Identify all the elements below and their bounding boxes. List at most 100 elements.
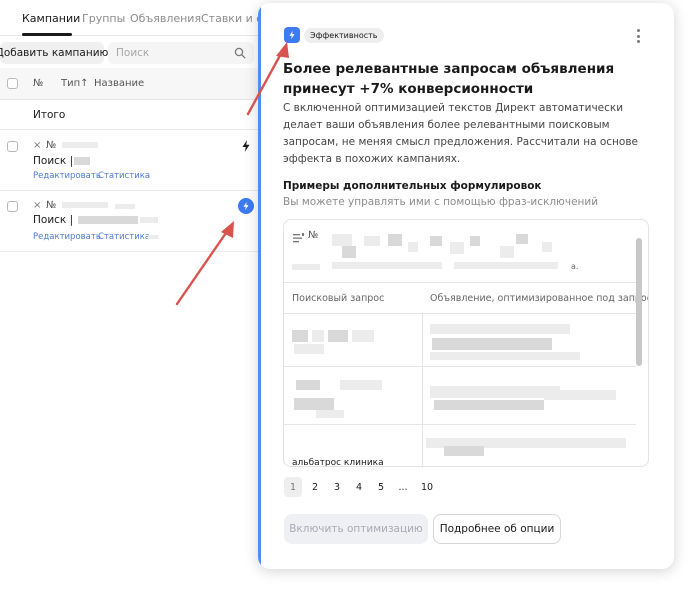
bolt-icon xyxy=(289,30,295,40)
page-1[interactable]: 1 xyxy=(284,477,302,497)
tab-groups[interactable]: Группы xyxy=(82,12,125,25)
page-10[interactable]: 10 xyxy=(418,477,436,497)
learn-more-button[interactable]: Подробнее об опции xyxy=(433,514,561,544)
blurred-cell xyxy=(342,246,356,258)
blurred-cell xyxy=(340,380,382,390)
optimization-badge[interactable] xyxy=(238,198,254,214)
column-optimized-ad: Объявление, оптимизированное под запрос xyxy=(430,293,649,304)
search-icon[interactable] xyxy=(234,47,246,59)
stats-link[interactable]: Статистика xyxy=(98,171,150,181)
bolt-badge-icon xyxy=(284,27,300,43)
popup-description: С включенной оптимизацией текстов Директ… xyxy=(283,102,638,165)
blurred-cell xyxy=(292,330,308,342)
blurred-cell xyxy=(294,344,324,354)
blurred-cell xyxy=(450,242,464,254)
examples-table: № а. Поисковый запрос Объявление, оптими… xyxy=(283,219,649,467)
example-tail: а. xyxy=(571,262,579,271)
table-header: № Тип↑ Название xyxy=(0,68,270,100)
bolt-icon[interactable] xyxy=(239,139,253,153)
blurred-cell xyxy=(296,380,320,390)
bolt-icon xyxy=(243,201,249,211)
total-label: Итого xyxy=(33,109,66,121)
tab-campaigns[interactable]: Кампании xyxy=(22,12,80,25)
row-divider xyxy=(284,424,636,425)
sort-arrow-icon: ↑ xyxy=(80,78,89,89)
blurred-cell xyxy=(388,234,402,246)
blurred-cell xyxy=(430,324,570,334)
campaign-number: № xyxy=(46,200,57,211)
add-campaign-button[interactable]: Добавить кампанию xyxy=(0,42,108,64)
page-4[interactable]: 4 xyxy=(350,477,368,497)
blurred-cell xyxy=(430,352,580,360)
status-stopped-icon: × xyxy=(33,200,42,211)
edit-link[interactable]: Редактировать xyxy=(33,232,101,242)
column-search-query: Поисковый запрос xyxy=(292,293,385,304)
blurred-cell xyxy=(430,236,442,246)
total-row: Итого xyxy=(0,100,270,130)
examples-hint: Вы можете управлять ими с помощью фраз-и… xyxy=(283,196,599,208)
blurred-cell xyxy=(434,400,544,410)
blurred-cell xyxy=(408,242,418,252)
tabs-bar: Кампании Группы Объявления Ставки и фр xyxy=(0,0,273,36)
column-name[interactable]: Название xyxy=(94,78,144,89)
blurred-cell xyxy=(444,446,484,456)
page-3[interactable]: 3 xyxy=(328,477,346,497)
blurred-cell xyxy=(316,410,344,418)
enable-optimization-button[interactable]: Включить оптимизацию xyxy=(284,514,428,544)
row-checkbox[interactable] xyxy=(7,201,18,212)
optimization-popup: Эффективность Более релевантные запросам… xyxy=(258,3,674,569)
more-menu-icon[interactable] xyxy=(632,27,644,45)
tab-ads[interactable]: Объявления xyxy=(130,12,201,25)
page-ellipsis: ... xyxy=(398,481,408,493)
blurred-cell xyxy=(500,246,514,258)
page-5[interactable]: 5 xyxy=(372,477,390,497)
blurred-cell xyxy=(516,234,528,244)
blurred-name-2 xyxy=(140,217,158,223)
active-tab-indicator xyxy=(22,33,72,36)
column-type[interactable]: Тип↑ xyxy=(61,78,89,89)
table-row: × № Поиск | Редактировать Статистика xyxy=(0,192,262,252)
page-2[interactable]: 2 xyxy=(306,477,324,497)
blurred-cell xyxy=(364,236,380,246)
blurred-id-2 xyxy=(115,204,135,209)
column-type-label: Тип xyxy=(61,78,81,89)
blurred-cell xyxy=(352,330,374,342)
blurred-cell xyxy=(332,234,352,246)
blurred-cell xyxy=(432,338,552,350)
blurred-cell xyxy=(328,330,348,342)
blurred-cell xyxy=(292,264,320,270)
blurred-cell xyxy=(312,330,324,342)
table-row: × № Поиск | Редактировать Статистика xyxy=(0,131,262,191)
stats-link[interactable]: Статистика xyxy=(98,232,150,242)
campaign-name[interactable]: Поиск | xyxy=(33,155,73,167)
popup-accent-stripe xyxy=(258,3,261,569)
examples-scrollbar[interactable] xyxy=(636,238,642,366)
last-search-query: альбатрос клиника xyxy=(292,458,384,467)
campaign-number: № xyxy=(46,140,57,151)
row-divider xyxy=(284,366,636,367)
column-number[interactable]: № xyxy=(33,78,43,89)
column-divider xyxy=(422,314,423,466)
status-stopped-icon: × xyxy=(33,140,42,151)
blurred-link xyxy=(148,235,158,239)
blurred-cell xyxy=(544,390,616,400)
blurred-cell xyxy=(470,236,480,246)
search-input[interactable] xyxy=(108,42,254,64)
row-checkbox[interactable] xyxy=(7,141,18,152)
popup-title: Более релевантные запросам объявления пр… xyxy=(283,61,615,97)
select-all-checkbox[interactable] xyxy=(7,78,18,89)
examples-title: Примеры дополнительных формулировок xyxy=(283,180,542,192)
blurred-name xyxy=(78,216,138,224)
campaign-name[interactable]: Поиск | xyxy=(33,214,73,226)
blurred-cell xyxy=(542,242,552,252)
blurred-name xyxy=(74,157,90,165)
blurred-id xyxy=(62,142,98,148)
edit-link[interactable]: Редактировать xyxy=(33,171,101,181)
blurred-cell xyxy=(454,262,558,269)
blurred-cell xyxy=(332,262,442,269)
category-badge: Эффективность xyxy=(304,28,384,43)
blurred-cell xyxy=(294,398,334,410)
example-number: № xyxy=(308,230,319,241)
blurred-cell xyxy=(430,386,560,398)
blurred-id xyxy=(62,202,108,208)
